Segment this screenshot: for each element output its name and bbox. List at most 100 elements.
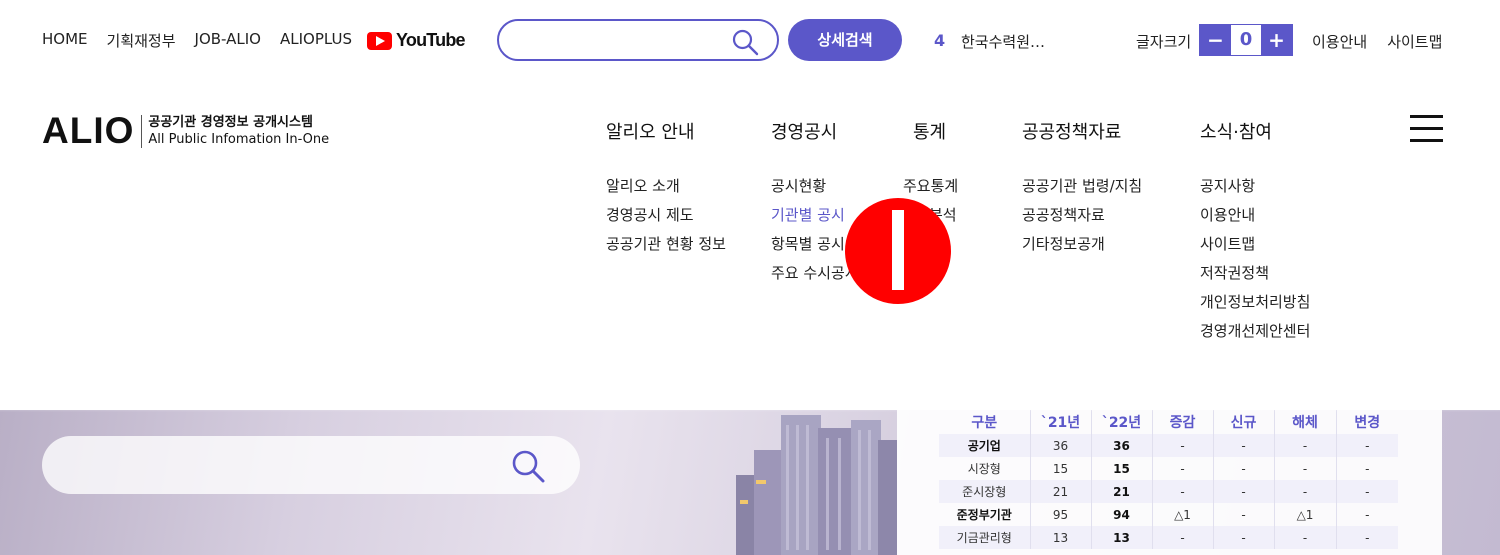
- submenu-item[interactable]: 주요 수시공시: [771, 263, 859, 292]
- table-cell: -: [1274, 457, 1337, 480]
- submenu-item[interactable]: 이용안내: [1200, 205, 1310, 234]
- font-size-decrease-button[interactable]: −: [1200, 25, 1231, 55]
- column-header: `22년: [1091, 410, 1153, 434]
- gnb-about[interactable]: 알리오 안내: [606, 118, 695, 144]
- table-cell: -: [1152, 434, 1214, 457]
- text-cursor-icon: [845, 198, 951, 304]
- table-cell: -: [1274, 480, 1337, 503]
- home-link[interactable]: HOME: [42, 30, 88, 51]
- gnb-news[interactable]: 소식·참여: [1200, 118, 1272, 144]
- submenu-item[interactable]: 알리오 소개: [606, 176, 726, 205]
- logo-tagline-english: All Public Infomation In-One: [148, 132, 330, 147]
- table-cell: -: [1152, 480, 1214, 503]
- utility-bar: HOME 기획재정부 JOB-ALIO ALIOPLUS YouTube 상세검…: [0, 0, 1500, 80]
- font-size-label: 글자크기: [1136, 33, 1192, 51]
- submenu-item[interactable]: 공지사항: [1200, 176, 1310, 205]
- table-cell: 기금관리형: [939, 526, 1031, 549]
- column-header: 증감: [1152, 410, 1214, 434]
- table-cell: 36: [1091, 434, 1153, 457]
- table-cell: -: [1274, 526, 1337, 549]
- detail-search-button[interactable]: 상세검색: [788, 19, 902, 61]
- city-buildings-image: [736, 415, 897, 555]
- table-cell: 36: [1030, 434, 1092, 457]
- institution-stats-table: 구분 `21년 `22년 증감 신규 해체 변경 공기업 36 36 - - -: [939, 410, 1398, 549]
- institution-stats-panel: 구분 `21년 `22년 증감 신규 해체 변경 공기업 36 36 - - -: [897, 410, 1442, 555]
- table-cell: -: [1274, 434, 1337, 457]
- submenu-item[interactable]: 공공기관 현황 정보: [606, 234, 726, 263]
- table-cell: 94: [1091, 503, 1153, 526]
- table-cell: 시장형: [939, 457, 1031, 480]
- table-row: 기금관리형 13 13 - - - -: [939, 526, 1398, 549]
- menu-icon[interactable]: [1410, 115, 1443, 143]
- submenu-item[interactable]: 사이트맵: [1200, 234, 1310, 263]
- hero-search-input[interactable]: [66, 452, 486, 478]
- font-size-control: − 0 +: [1199, 24, 1293, 56]
- top-search-box: [497, 19, 779, 61]
- table-cell: 21: [1091, 480, 1153, 503]
- top-search-input[interactable]: [513, 28, 713, 52]
- column-header: 해체: [1274, 410, 1337, 434]
- usage-guide-link[interactable]: 이용안내: [1312, 31, 1367, 52]
- hero-section: 구분 `21년 `22년 증감 신규 해체 변경 공기업 36 36 - - -: [0, 410, 1500, 555]
- submenu-item[interactable]: 경영개선제안센터: [1200, 321, 1310, 350]
- youtube-play-icon: [367, 31, 392, 50]
- column-header: `21년: [1030, 410, 1092, 434]
- table-cell: -: [1365, 507, 1370, 522]
- moef-link[interactable]: 기획재정부: [107, 30, 176, 51]
- column-header: 변경: [1354, 415, 1381, 431]
- table-cell: -: [1213, 457, 1275, 480]
- gnb-disclosure[interactable]: 경영공시: [771, 118, 837, 144]
- font-size-value: 0: [1231, 25, 1261, 55]
- gnb-policy[interactable]: 공공정책자료: [1022, 118, 1121, 144]
- job-alio-link[interactable]: JOB-ALIO: [195, 30, 261, 51]
- table-cell: -: [1336, 526, 1398, 549]
- table-cell: -: [1213, 480, 1275, 503]
- table-cell: -: [1336, 434, 1398, 457]
- alioplus-link[interactable]: ALIOPLUS: [280, 30, 352, 51]
- table-cell: 준정부기관: [939, 503, 1031, 526]
- table-cell: 준시장형: [939, 480, 1031, 503]
- table-row: 공기업 36 36 - - - -: [939, 434, 1398, 457]
- table-cell: △1: [1152, 503, 1214, 526]
- column-header: 신규: [1213, 410, 1275, 434]
- submenu-item[interactable]: 공시현황: [771, 176, 859, 205]
- ranking-keyword[interactable]: 한국수력원…: [961, 31, 1045, 52]
- table-cell: 95: [1030, 503, 1092, 526]
- submenu-item[interactable]: 개인정보처리방침: [1200, 292, 1310, 321]
- logo-wordmark: ALIO: [42, 110, 135, 151]
- search-icon[interactable]: [731, 28, 759, 56]
- alio-logo[interactable]: ALIO 공공기관 경영정보 공개시스템 All Public Infomati…: [42, 110, 329, 152]
- table-cell: 13: [1030, 526, 1092, 549]
- submenu-item[interactable]: 경영공시 제도: [606, 205, 726, 234]
- table-cell: 공기업: [939, 434, 1031, 457]
- submenu-item[interactable]: 기타정보공개: [1022, 234, 1142, 263]
- table-cell: -: [1152, 457, 1214, 480]
- utility-links: HOME 기획재정부 JOB-ALIO ALIOPLUS: [42, 30, 352, 51]
- submenu-about: 알리오 소개 경영공시 제도 공공기관 현황 정보: [606, 176, 726, 263]
- column-header: 구분: [939, 410, 1031, 434]
- submenu-item[interactable]: 저작권정책: [1200, 263, 1310, 292]
- sitemap-link[interactable]: 사이트맵: [1387, 31, 1442, 52]
- submenu-disclosure: 공시현황 기관별 공시 항목별 공시 주요 수시공시: [771, 176, 859, 292]
- logo-tagline-korean: 공공기관 경영정보 공개시스템: [148, 115, 313, 130]
- menu-shadow: [0, 400, 1500, 412]
- hero-search-box: [42, 436, 580, 494]
- table-cell: △1: [1274, 503, 1337, 526]
- submenu-policy: 공공기관 법령/지침 공공정책자료 기타정보공개: [1022, 176, 1142, 263]
- table-cell: -: [1336, 480, 1398, 503]
- search-icon[interactable]: [510, 448, 546, 484]
- table-cell: 13: [1091, 526, 1153, 549]
- table-cell: 15: [1030, 457, 1092, 480]
- youtube-link[interactable]: YouTube: [367, 30, 466, 51]
- utility-right-links: 이용안내 사이트맵: [1312, 31, 1442, 52]
- submenu-item-active[interactable]: 기관별 공시: [771, 205, 859, 234]
- table-cell: 21: [1030, 480, 1092, 503]
- table-cell: -: [1213, 526, 1275, 549]
- submenu-news: 공지사항 이용안내 사이트맵 저작권정책 개인정보처리방침 경영개선제안센터: [1200, 176, 1310, 350]
- table-row: 준시장형 21 21 - - - -: [939, 480, 1398, 503]
- gnb-statistics[interactable]: 통계: [913, 118, 946, 144]
- submenu-item[interactable]: 공공기관 법령/지침: [1022, 176, 1142, 205]
- submenu-item[interactable]: 공공정책자료: [1022, 205, 1142, 234]
- table-cell: 15: [1091, 457, 1153, 480]
- font-size-increase-button[interactable]: +: [1261, 25, 1292, 55]
